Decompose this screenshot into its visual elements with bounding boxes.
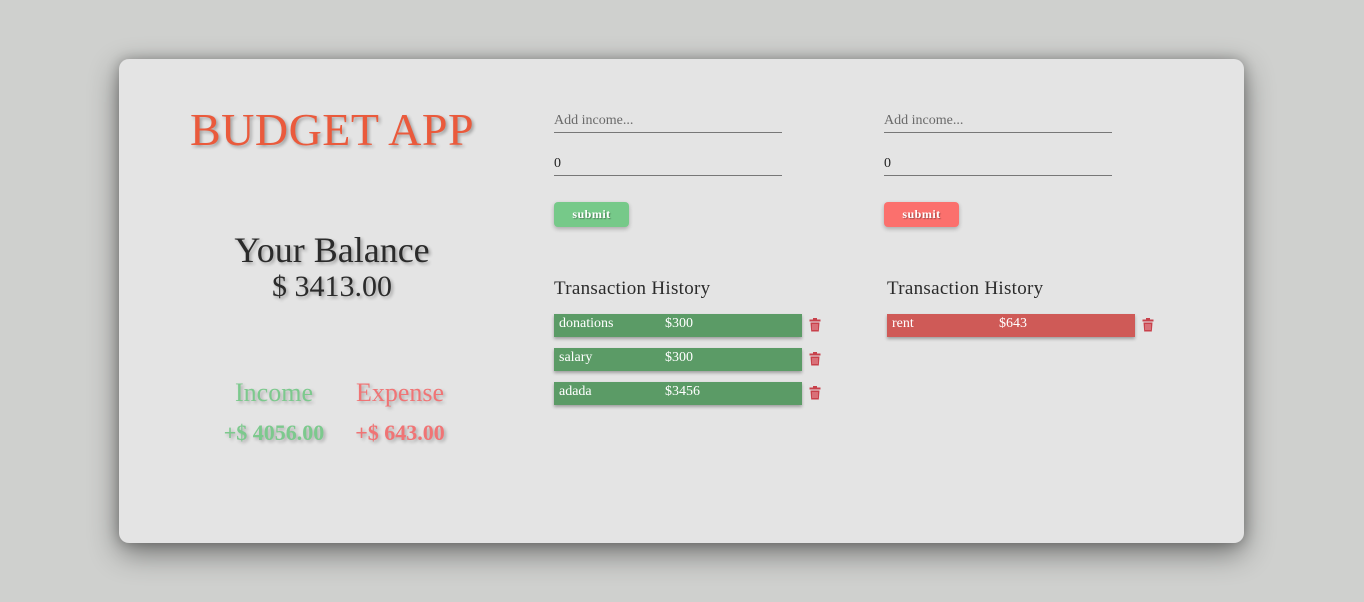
transaction-name: salary — [559, 350, 593, 365]
income-amount-input[interactable] — [554, 152, 782, 176]
income-submit-button[interactable]: submit — [554, 202, 629, 227]
transaction-row: donations $300 — [554, 314, 834, 337]
expense-amount-input[interactable] — [884, 152, 1112, 176]
expense-name-input[interactable] — [884, 109, 1112, 133]
expense-history-title: Transaction History — [887, 278, 1044, 299]
transaction-bar: donations $300 — [554, 314, 802, 337]
transaction-bar: rent $643 — [887, 314, 1135, 337]
app-title: BUDGET APP — [189, 104, 475, 155]
balance-section: Your Balance $ 3413.00 — [119, 231, 545, 305]
income-form: submit — [554, 109, 782, 227]
transaction-bar: adada $3456 — [554, 382, 802, 405]
expense-total: Expense +$ 643.00 — [345, 378, 455, 446]
income-value: +$ 4056.00 — [223, 420, 325, 445]
balance-label: Your Balance — [234, 230, 430, 270]
expense-label: Expense — [355, 378, 445, 407]
income-transaction-list: donations $300 salary $300 adada $3456 — [554, 314, 834, 405]
trash-icon[interactable] — [809, 386, 821, 400]
expense-history: Transaction History rent $643 — [887, 278, 1167, 348]
budget-card: BUDGET APP Your Balance $ 3413.00 Income… — [119, 59, 1244, 543]
transaction-amount: $300 — [665, 350, 693, 365]
trash-icon[interactable] — [809, 318, 821, 332]
transaction-row: rent $643 — [887, 314, 1167, 337]
trash-icon[interactable] — [809, 352, 821, 366]
transaction-bar: salary $300 — [554, 348, 802, 371]
transaction-name: rent — [892, 316, 914, 331]
transaction-amount: $3456 — [665, 384, 700, 399]
transaction-row: salary $300 — [554, 348, 834, 371]
trash-icon[interactable] — [1142, 318, 1154, 332]
income-history-title: Transaction History — [554, 278, 711, 299]
expense-form: submit — [884, 109, 1112, 227]
transaction-amount: $643 — [999, 316, 1027, 331]
transaction-name: adada — [559, 384, 592, 399]
income-label: Income — [235, 378, 313, 407]
expense-value: +$ 643.00 — [355, 420, 445, 445]
transaction-row: adada $3456 — [554, 382, 834, 405]
income-history: Transaction History donations $300 salary $… — [554, 278, 834, 416]
income-name-input[interactable] — [554, 109, 782, 133]
transaction-name: donations — [559, 316, 614, 331]
transaction-amount: $300 — [665, 316, 693, 331]
income-total: Income +$ 4056.00 — [214, 378, 334, 446]
expense-transaction-list: rent $643 — [887, 314, 1167, 337]
balance-amount: $ 3413.00 — [272, 270, 392, 303]
expense-submit-button[interactable]: submit — [884, 202, 959, 227]
